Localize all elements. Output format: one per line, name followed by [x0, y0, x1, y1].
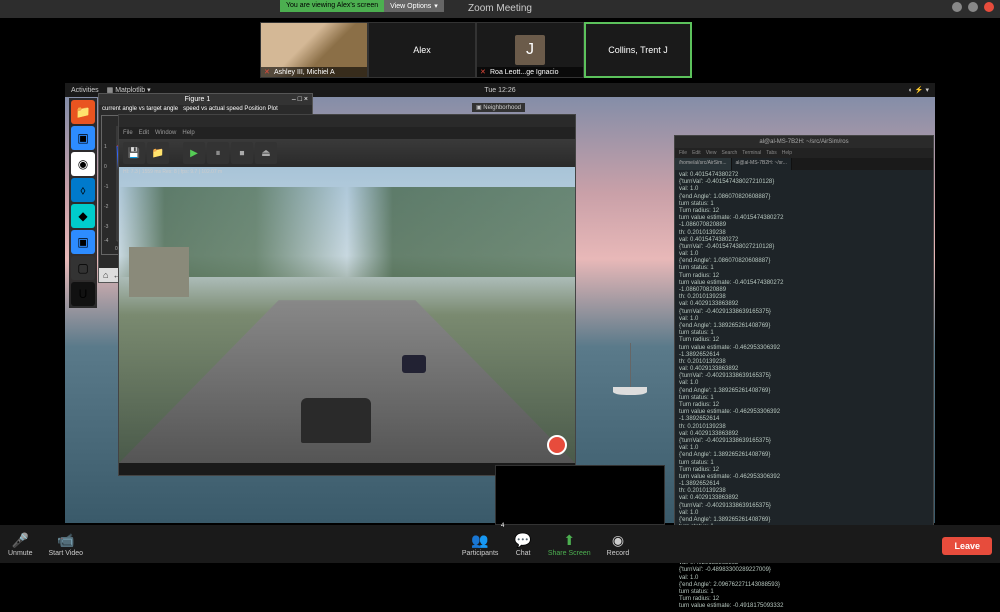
- menu-file[interactable]: File: [123, 130, 133, 136]
- zoom-window-title: Zoom Meeting: [0, 0, 1000, 18]
- screen-share-banner: You are viewing Alex's screen View Optio…: [280, 0, 444, 12]
- stop-button[interactable]: ⏹: [231, 142, 253, 164]
- minimize-icon[interactable]: –: [292, 96, 296, 103]
- eject-button[interactable]: ⏏: [255, 142, 277, 164]
- chevron-down-icon: ▾: [434, 2, 438, 10]
- unreal-menubar: File Edit Window Help: [119, 127, 575, 139]
- dock-terminal-icon[interactable]: ▢: [71, 256, 95, 280]
- unreal-viewport[interactable]: HI: 7.3 | 1559 ms Res: 8 | fps: 9.7 | 10…: [119, 167, 575, 463]
- start-video-button[interactable]: 📹 Start Video: [41, 525, 92, 563]
- browse-button[interactable]: 📁: [147, 142, 169, 164]
- menu-window[interactable]: Window: [155, 130, 176, 136]
- car-player: [301, 398, 371, 443]
- dock-app-icon[interactable]: ◆: [71, 204, 95, 228]
- maximize-icon[interactable]: [968, 2, 978, 12]
- dock-camera-icon[interactable]: ▣: [71, 230, 95, 254]
- dock-unreal-icon[interactable]: U: [71, 282, 95, 306]
- participant-tiles: ✕Ashley III, Michiel A Alex J ✕Roa Leott…: [260, 22, 692, 78]
- term-menu-view[interactable]: View: [706, 150, 717, 156]
- unreal-toolbar: 💾 📁 ▶ ⏸ ⏹ ⏏: [119, 139, 575, 167]
- play-button[interactable]: ▶: [183, 142, 205, 164]
- share-notice: You are viewing Alex's screen: [280, 0, 384, 12]
- dock-code-icon[interactable]: ⬨: [71, 178, 95, 202]
- tile-roa[interactable]: J ✕Roa Leott...ge Ignacio: [476, 22, 584, 78]
- term-tab-2[interactable]: al@al-MS-7B2H: ~/sr...: [732, 158, 792, 170]
- clock[interactable]: Tue 12:26: [484, 87, 515, 94]
- terminal-window[interactable]: al@al-MS-7B2H: ~/src/AirSim/ros File Edi…: [674, 135, 934, 543]
- unmute-button[interactable]: 🎤 Unmute: [0, 525, 41, 563]
- mute-icon: ✕: [264, 68, 272, 76]
- home-icon[interactable]: ⌂: [103, 270, 108, 280]
- menu-edit[interactable]: Edit: [139, 130, 149, 136]
- term-menu-help[interactable]: Help: [782, 150, 792, 156]
- terminal-menubar: File Edit View Search Terminal Tabs Help: [675, 148, 933, 158]
- participants-button[interactable]: 👥 4 Participants: [454, 525, 507, 563]
- terminal-title: al@al-MS-7B2H: ~/src/AirSim/ros: [675, 136, 933, 148]
- term-menu-edit[interactable]: Edit: [692, 150, 701, 156]
- zoom-control-bar: 🎤 Unmute 📹 Start Video 👥 4 Participants …: [0, 525, 1000, 563]
- record-button[interactable]: ◉ Record: [599, 525, 638, 563]
- close-icon[interactable]: ×: [304, 96, 308, 103]
- term-menu-tabs[interactable]: Tabs: [766, 150, 777, 156]
- activities-button[interactable]: Activities: [71, 87, 99, 94]
- window-controls: [952, 2, 994, 12]
- tile-alex[interactable]: Alex: [368, 22, 476, 78]
- share-screen-button[interactable]: ⬆ Share Screen: [540, 525, 599, 563]
- record-icon: ◉: [612, 532, 624, 549]
- save-button[interactable]: 💾: [123, 142, 145, 164]
- dock-chrome-icon[interactable]: ◉: [71, 152, 95, 176]
- tile-ashley[interactable]: ✕Ashley III, Michiel A: [260, 22, 368, 78]
- unreal-editor-window[interactable]: File Edit Window Help ▣ Neighborhood 💾 📁…: [118, 114, 576, 476]
- system-tray[interactable]: ◐ ⚡ ▾: [909, 86, 929, 94]
- pause-button[interactable]: ⏸: [207, 142, 229, 164]
- figure-titlebar[interactable]: Figure 1 – □ ×: [99, 94, 312, 105]
- dock-zoom-icon[interactable]: ▣: [71, 126, 95, 150]
- term-menu-search[interactable]: Search: [721, 150, 737, 156]
- close-icon[interactable]: [984, 2, 994, 12]
- menu-help[interactable]: Help: [182, 130, 194, 136]
- terminal-tabs: /home/al/src/AirSim... al@al-MS-7B2H: ~/…: [675, 158, 933, 170]
- self-preview[interactable]: [495, 465, 665, 525]
- mute-icon: ✕: [480, 68, 488, 76]
- view-options-button[interactable]: View Options ▾: [384, 0, 444, 12]
- share-icon: ⬆: [563, 532, 575, 549]
- mic-muted-icon: 🎤: [12, 532, 29, 549]
- viewport-tab[interactable]: ▣ Neighborhood: [472, 103, 525, 112]
- term-menu-file[interactable]: File: [679, 150, 687, 156]
- wallpaper-sailboat: [605, 343, 655, 403]
- plot-titles: current angle vs target angle speed vs a…: [99, 105, 312, 113]
- maximize-icon[interactable]: □: [298, 96, 302, 103]
- term-tab-1[interactable]: /home/al/src/AirSim...: [675, 158, 732, 170]
- record-button[interactable]: [547, 435, 567, 455]
- tile-collins[interactable]: Collins, Trent J: [584, 22, 692, 78]
- viewport-stats: HI: 7.3 | 1559 ms Res: 8 | fps: 9.7 | 10…: [123, 169, 222, 175]
- leave-button[interactable]: Leave: [942, 537, 992, 555]
- avatar-letter: J: [515, 35, 545, 65]
- dock-files-icon[interactable]: 📁: [71, 100, 95, 124]
- chat-button[interactable]: 💬 Chat: [506, 525, 539, 563]
- unreal-titlebar[interactable]: [119, 115, 575, 127]
- video-off-icon: 📹: [57, 532, 74, 549]
- term-menu-terminal[interactable]: Terminal: [742, 150, 761, 156]
- chat-icon: 💬: [514, 532, 531, 549]
- car-distant: [402, 355, 426, 373]
- participants-icon: 👥: [471, 532, 488, 549]
- minimize-icon[interactable]: [952, 2, 962, 12]
- ubuntu-dock: 📁 ▣ ◉ ⬨ ◆ ▣ ▢ U: [69, 98, 97, 308]
